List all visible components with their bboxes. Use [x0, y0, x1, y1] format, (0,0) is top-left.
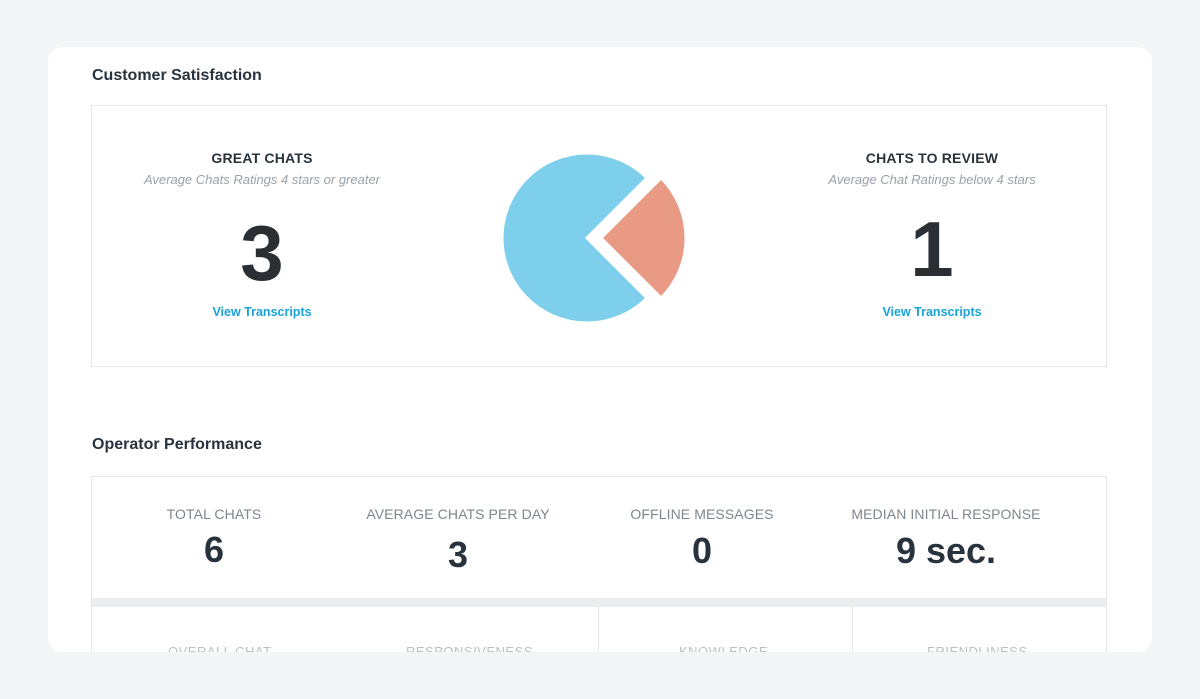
- chats-to-review-subtitle: Average Chat Ratings below 4 stars: [828, 172, 1036, 187]
- great-chats-count: 3: [240, 209, 284, 297]
- dashboard-card: Customer Satisfaction GREAT CHATS Averag…: [48, 47, 1152, 652]
- metric-label: OFFLINE MESSAGES: [630, 506, 774, 522]
- metric-label: TOTAL CHATS: [166, 506, 262, 522]
- rating-label-responsiveness: RESPONSIVENESS: [406, 644, 533, 652]
- rating-label-friendliness: FRIENDLINESS: [927, 644, 1028, 652]
- customer-satisfaction-panel: GREAT CHATS Average Chats Ratings 4 star…: [91, 105, 1107, 367]
- rating-breakdown-row: OVERALL CHAT RESPONSIVENESS KNOWLEDGE FR…: [92, 607, 1106, 652]
- section-divider: [92, 598, 1106, 607]
- great-chats-heading: GREAT CHATS: [211, 150, 313, 166]
- metric-value: 9 sec.: [895, 530, 997, 571]
- customer-satisfaction-title: Customer Satisfaction: [92, 67, 262, 84]
- great-chats-view-transcripts-link[interactable]: View Transcripts: [92, 305, 432, 319]
- metric-value: 3: [447, 534, 469, 575]
- rating-cell-knowledge: KNOWLEDGE: [599, 607, 853, 652]
- rating-label-overall-chat: OVERALL CHAT: [168, 644, 272, 652]
- metric-value: 0: [691, 530, 713, 571]
- chats-to-review-heading: CHATS TO REVIEW: [865, 150, 999, 166]
- metric-value: 6: [203, 529, 225, 570]
- satisfaction-pie-chart: [499, 141, 699, 331]
- metric-label: AVERAGE CHATS PER DAY: [366, 506, 550, 522]
- rating-label-knowledge: KNOWLEDGE: [679, 644, 769, 652]
- chats-to-review-view-transcripts-link[interactable]: View Transcripts: [762, 305, 1102, 319]
- operator-performance-title: Operator Performance: [92, 436, 262, 453]
- rating-cell-friendliness: FRIENDLINESS: [853, 607, 1107, 652]
- great-chats-subtitle: Average Chats Ratings 4 stars or greater: [143, 172, 381, 187]
- rating-cell-overall-responsiveness: OVERALL CHAT RESPONSIVENESS: [92, 607, 599, 652]
- chats-to-review-count: 1: [910, 205, 954, 293]
- metric-label: MEDIAN INITIAL RESPONSE: [851, 506, 1041, 522]
- pie-chart-svg: [500, 151, 688, 325]
- operator-performance-panel: TOTAL CHATS 6 AVERAGE CHATS PER DAY 3 OF…: [91, 476, 1107, 652]
